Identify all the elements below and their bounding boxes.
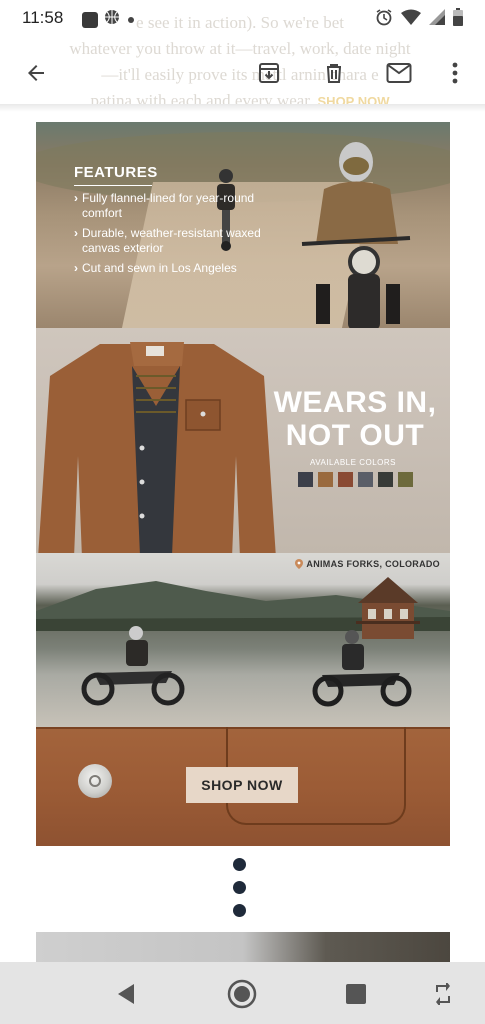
arrow-back-icon (28, 65, 44, 81)
nav-home-icon (227, 979, 257, 1009)
nav-home-button[interactable] (222, 974, 262, 1014)
mark-unread-button[interactable] (379, 45, 419, 101)
divider-dot (233, 858, 246, 871)
next-email-image[interactable] (36, 932, 450, 962)
trash-icon (327, 64, 341, 83)
feature-item: Fully flannel-lined for year-round comfo… (74, 191, 264, 221)
color-swatch (358, 472, 373, 487)
feature-item: Cut and sewn in Los Angeles (74, 261, 264, 276)
status-right-icons (375, 8, 463, 31)
rotate-icon (436, 983, 450, 1005)
available-colors-label: AVAILABLE COLORS (310, 458, 396, 467)
motorcycle-rider-left (81, 626, 185, 706)
color-swatch (398, 472, 413, 487)
status-time: 11:58 (22, 8, 64, 27)
status-bar: 11:58 (0, 0, 485, 36)
wifi-icon (401, 9, 421, 30)
nav-back-button[interactable] (106, 974, 146, 1014)
color-swatch (298, 472, 313, 487)
animas-forks-image[interactable]: ANIMAS FORKS, COLORADO (36, 553, 450, 727)
hero-riders-image[interactable]: FEATURES Fully flannel-lined for year-ro… (36, 122, 450, 328)
android-nav-bar (0, 962, 485, 1024)
more-vert-icon (452, 62, 458, 84)
jacket-promo-image[interactable]: WEARS IN, NOT OUT AVAILABLE COLORS (36, 328, 450, 553)
snap-button-graphic (78, 764, 112, 798)
facebook-icon (82, 11, 98, 28)
features-callout: FEATURES Fully flannel-lined for year-ro… (74, 164, 264, 281)
cell-signal-icon (429, 9, 445, 30)
delete-button[interactable] (314, 45, 354, 101)
nav-back-icon (118, 984, 134, 1004)
nav-recents-icon (346, 984, 366, 1004)
location-label: ANIMAS FORKS, COLORADO (295, 559, 440, 569)
divider-dot (233, 904, 246, 917)
features-title: FEATURES (74, 164, 157, 186)
archive-download-icon (259, 63, 279, 83)
rotate-button[interactable] (423, 974, 463, 1014)
color-swatch (338, 472, 353, 487)
map-pin-icon (295, 559, 304, 569)
dots-divider (233, 858, 251, 927)
headline-line-2: NOT OUT (285, 419, 425, 452)
more-options-button[interactable] (435, 45, 475, 101)
divider-dot (233, 881, 246, 894)
color-swatch (378, 472, 393, 487)
basketball-icon (104, 9, 120, 30)
features-list: Fully flannel-lined for year-round comfo… (74, 191, 264, 276)
location-text: ANIMAS FORKS, COLORADO (306, 559, 440, 569)
alarm-icon (375, 8, 393, 31)
canvas-cta-image: SHOP NOW (36, 727, 450, 846)
motorcycle-rider-right (312, 630, 412, 707)
back-button[interactable] (16, 45, 56, 101)
color-swatches (298, 472, 413, 487)
archive-button[interactable] (249, 45, 289, 101)
email-toolbar (0, 45, 485, 101)
status-left-icons (82, 9, 134, 30)
notification-dot-icon (128, 16, 134, 23)
wears-in-headline: WEARS IN, NOT OUT (260, 386, 450, 452)
waxed-canvas-jacket-image (38, 342, 276, 553)
battery-icon (453, 8, 463, 31)
feature-item: Durable, weather-resistant waxed canvas … (74, 226, 264, 256)
mail-icon (386, 63, 412, 83)
toolbar-divider (0, 104, 485, 112)
nav-recents-button[interactable] (336, 974, 376, 1014)
shop-now-button[interactable]: SHOP NOW (186, 767, 298, 803)
headline-line-1: WEARS IN, (273, 386, 437, 419)
color-swatch (318, 472, 333, 487)
rider-big-figure (301, 142, 411, 328)
